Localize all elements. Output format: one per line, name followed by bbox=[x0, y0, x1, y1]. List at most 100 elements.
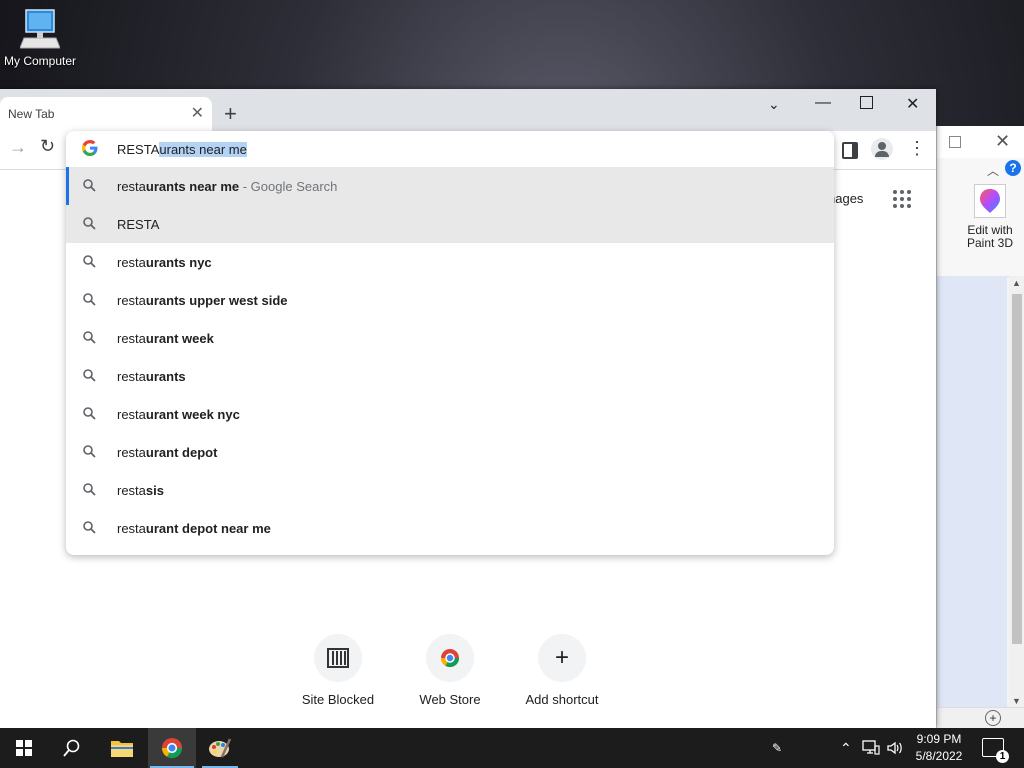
zoom-in-icon[interactable]: + bbox=[985, 710, 1001, 726]
omnibox-suggestion[interactable]: restaurants near me - Google Search bbox=[66, 167, 834, 205]
search-icon bbox=[83, 407, 96, 420]
tab-close-icon[interactable]: ✕ bbox=[191, 103, 204, 123]
suggestion-prefix: resta bbox=[117, 445, 146, 460]
forward-icon[interactable]: → bbox=[9, 137, 27, 158]
taskbar-chrome[interactable] bbox=[148, 728, 196, 768]
background-window[interactable]: ✕ ︿ ? Edit with Paint 3D ▲ ▼ + bbox=[936, 126, 1024, 728]
apps-grid-icon[interactable] bbox=[893, 190, 911, 208]
omnibox-suggestion[interactable]: restaurants nyc bbox=[66, 243, 834, 281]
search-icon bbox=[63, 739, 80, 757]
suggestion-prefix: resta bbox=[117, 407, 146, 422]
google-g-icon bbox=[82, 140, 98, 156]
suggestion-completion: urant depot bbox=[145, 445, 218, 460]
omnibox-suggestion[interactable]: restaurant week bbox=[66, 319, 834, 357]
omnibox-suggestion[interactable]: restaurants bbox=[66, 357, 834, 395]
suggestion-completion: sis bbox=[145, 483, 164, 498]
scroll-thumb[interactable] bbox=[1012, 294, 1022, 644]
suggestion-text: restaurants bbox=[117, 369, 186, 384]
pen-icon[interactable]: ✎ bbox=[772, 728, 782, 768]
taskbar-file-explorer[interactable] bbox=[98, 728, 146, 768]
desktop-icon-my-computer[interactable]: My Computer bbox=[2, 8, 78, 68]
search-icon bbox=[83, 369, 96, 382]
paint-palette-icon bbox=[209, 738, 232, 758]
search-icon bbox=[83, 179, 96, 192]
close-window-icon[interactable]: ✕ bbox=[906, 94, 919, 114]
suggestion-completion: urant depot near me bbox=[145, 521, 271, 536]
suggestion-text: restaurants near me - Google Search bbox=[117, 179, 337, 194]
notification-icon[interactable]: 1 bbox=[982, 738, 1009, 763]
suggestion-completion: urants near me bbox=[145, 179, 240, 194]
omnibox-suggestion[interactable]: restaurants upper west side bbox=[66, 281, 834, 319]
taskbar: ✎ ⌃ 9:09 PM 5/8/2022 1 bbox=[0, 728, 1024, 768]
profile-icon[interactable] bbox=[871, 138, 893, 160]
help-icon[interactable]: ? bbox=[1005, 160, 1021, 176]
suggestion-text: restaurants nyc bbox=[117, 255, 212, 270]
suggestion-prefix: resta bbox=[117, 521, 146, 536]
folder-icon bbox=[111, 741, 133, 757]
reload-icon[interactable]: ↻ bbox=[40, 136, 55, 157]
show-hidden-icons-icon[interactable]: ⌃ bbox=[840, 728, 852, 768]
paint3d-icon bbox=[974, 184, 1006, 218]
paint3d-label: Edit with Paint 3D bbox=[966, 223, 1014, 250]
shortcut-site-blocked[interactable]: Site Blocked bbox=[288, 634, 388, 707]
search-icon bbox=[83, 331, 96, 344]
omnibox-suggestion[interactable]: restasis bbox=[66, 471, 834, 509]
taskbar-clock[interactable]: 9:09 PM 5/8/2022 bbox=[906, 731, 972, 765]
clock-time: 9:09 PM bbox=[916, 732, 962, 746]
search-icon bbox=[83, 445, 96, 458]
site-blocked-icon bbox=[314, 634, 362, 682]
status-bar: + bbox=[937, 707, 1024, 728]
tab-new-tab[interactable]: New Tab ✕ bbox=[0, 97, 212, 131]
suggestion-prefix: RESTA bbox=[117, 217, 160, 232]
ribbon: ︿ ? Edit with Paint 3D bbox=[937, 158, 1024, 277]
vertical-scrollbar[interactable]: ▲ ▼ bbox=[1009, 276, 1024, 708]
start-button[interactable] bbox=[0, 728, 48, 768]
search-icon bbox=[83, 521, 96, 534]
omnibox-suggestion[interactable]: restaurant depot bbox=[66, 433, 834, 471]
minimize-icon[interactable]: — bbox=[815, 94, 831, 112]
side-panel-icon[interactable] bbox=[842, 142, 858, 159]
search-icon bbox=[83, 293, 96, 306]
search-icon bbox=[83, 483, 96, 496]
shortcut-label: Site Blocked bbox=[301, 692, 375, 707]
suggestion-text: restaurants upper west side bbox=[117, 293, 288, 308]
suggestion-text: restasis bbox=[117, 483, 164, 498]
shortcut-add[interactable]: + Add shortcut bbox=[512, 634, 612, 707]
search-icon bbox=[83, 255, 96, 268]
suggestion-completion: urants bbox=[145, 369, 186, 384]
omnibox-suggestion[interactable]: restaurant depot near me bbox=[66, 509, 834, 547]
suggestion-completion: urants nyc bbox=[145, 255, 212, 270]
shortcut-label: Web Store bbox=[419, 692, 481, 707]
new-tab-plus-icon[interactable]: + bbox=[224, 101, 237, 127]
volume-icon[interactable] bbox=[886, 728, 904, 768]
taskbar-paint[interactable] bbox=[196, 728, 244, 768]
maximize-icon[interactable] bbox=[949, 136, 961, 148]
scroll-up-icon[interactable]: ▲ bbox=[1012, 278, 1021, 288]
omnibox-suggestion[interactable]: restaurant week nyc bbox=[66, 395, 834, 433]
scroll-down-icon[interactable]: ▼ bbox=[1012, 696, 1021, 706]
menu-icon[interactable]: ⋮ bbox=[908, 138, 926, 159]
edit-with-paint3d-button[interactable]: Edit with Paint 3D bbox=[955, 184, 1024, 250]
close-icon[interactable]: ✕ bbox=[995, 131, 1010, 152]
maximize-icon[interactable] bbox=[860, 96, 873, 109]
suggestion-prefix: resta bbox=[117, 293, 146, 308]
shortcut-web-store[interactable]: Web Store bbox=[400, 634, 500, 707]
suggestion-prefix: resta bbox=[117, 369, 146, 384]
omnibox-suggestion[interactable]: RESTA bbox=[66, 205, 834, 243]
chevron-up-icon[interactable]: ︿ bbox=[987, 162, 999, 179]
notification-count: 1 bbox=[996, 750, 1009, 763]
plus-icon: + bbox=[538, 634, 586, 682]
background-window-titlebar: ✕ bbox=[937, 126, 1024, 158]
tab-search-chevron-icon[interactable]: ⌄ bbox=[768, 96, 780, 113]
search-icon bbox=[83, 217, 96, 230]
web-store-icon bbox=[426, 634, 474, 682]
omnibox-input[interactable]: RESTAurants near me bbox=[66, 131, 834, 167]
suggestion-suffix: - Google Search bbox=[239, 179, 338, 194]
shortcut-label: Add shortcut bbox=[525, 692, 599, 707]
tab-strip: New Tab ✕ + ⌄ — ✕ bbox=[0, 89, 936, 131]
suggestion-prefix: resta bbox=[117, 483, 146, 498]
suggestion-text: restaurant week nyc bbox=[117, 407, 240, 422]
suggestion-text: RESTA bbox=[117, 217, 159, 232]
search-button[interactable] bbox=[48, 728, 96, 768]
network-icon[interactable] bbox=[862, 728, 880, 768]
